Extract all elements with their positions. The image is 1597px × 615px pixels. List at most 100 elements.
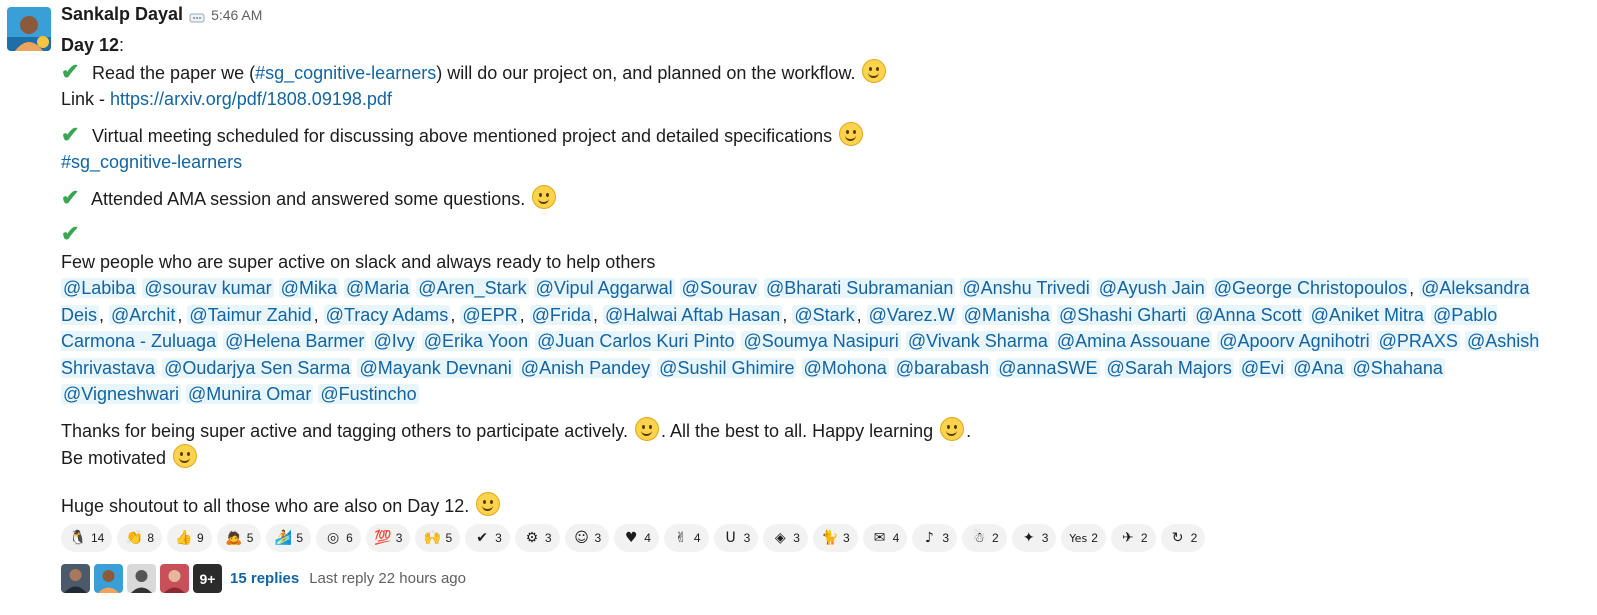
reaction-pill[interactable]: ✔ 3 [465,524,510,552]
user-mention[interactable]: @Anna Scott [1193,304,1304,325]
user-mention[interactable]: @Evi [1238,357,1287,378]
user-mention[interactable]: @Mohona [801,357,889,378]
user-mention[interactable]: @Apoorv Agnihotri [1217,331,1372,351]
user-mention[interactable]: @EPR [460,304,520,325]
user-mention[interactable]: @Frida [529,304,593,325]
reply-avatar[interactable] [160,564,189,593]
user-mention[interactable]: @Aren_Stark [416,278,529,298]
user-mention[interactable]: @Archit [109,304,178,325]
timestamp[interactable]: 5:46 AM [211,7,262,23]
user-mention[interactable]: @Munira Omar [186,384,314,404]
author-avatar[interactable] [7,7,51,51]
reaction-pill[interactable]: ♥ 4 [614,524,659,552]
user-mention[interactable]: @Ayush Jain [1096,278,1207,298]
reaction-pill[interactable]: 🐈 3 [812,524,858,552]
reaction-pill[interactable]: ✉ 4 [862,524,908,552]
user-mention[interactable]: @barabash [893,357,992,378]
thanks-text-a: Thanks for being super active and taggin… [61,420,633,441]
user-mention[interactable]: @Maria [343,278,412,298]
reaction-pill[interactable]: 🏄 5 [266,524,312,552]
user-mention[interactable]: @Anish Pandey [518,357,653,378]
user-mention[interactable]: @Juan Carlos Kuri Pinto [535,331,737,351]
user-mention[interactable]: @Sushil Ghimire [657,357,797,378]
user-mention[interactable]: @Tracy Adams [323,304,451,325]
user-mention[interactable]: @Shahana [1350,357,1445,378]
user-mention[interactable]: @Varez.W [866,304,957,325]
user-mention[interactable]: @Ana [1291,357,1346,378]
reaction-pill[interactable]: ◎ 6 [316,524,361,552]
reaction-pill[interactable]: ♪ 3 [912,524,958,552]
user-mention[interactable]: @Anshu Trivedi [960,278,1092,298]
user-mention[interactable]: @sourav kumar [142,278,274,298]
paper-link[interactable]: https://arxiv.org/pdf/1808.09198.pdf [110,89,392,109]
item-1: ✔ Read the paper we (#sg_cognitive-learn… [61,58,1561,87]
reaction-count: 2 [1140,531,1148,545]
cat-icon: 🐈 [821,530,839,546]
user-mention[interactable]: @Sourav [679,278,759,298]
penguin-icon: 🐧 [69,530,87,546]
reaction-pill[interactable]: ◈ 3 [763,524,808,552]
reply-avatar[interactable] [61,564,90,593]
last-reply-time: Last reply 22 hours ago [309,570,466,587]
thread-summary[interactable]: 9+ 15 replies Last reply 22 hours ago [61,564,466,593]
reaction-count: 3 [942,531,950,545]
channel-link[interactable]: #sg_cognitive-learners [61,152,242,172]
user-mention[interactable]: @Erika Yoon [421,331,531,351]
user-mention[interactable]: @George Christopoulos [1211,278,1410,298]
user-mention[interactable]: @Oudarjya Sen Sarma [162,357,353,378]
user-mention[interactable]: @Taimur Zahid [187,304,314,325]
user-mention[interactable]: @Stark [792,304,857,325]
reaction-pill[interactable]: ↻ 2 [1160,524,1206,552]
reaction-pill[interactable]: Yes 2 [1061,524,1106,552]
reaction-pill[interactable]: ☃ 2 [962,524,1007,552]
reaction-pill[interactable]: ✦ 3 [1011,524,1057,552]
reaction-count: 9 [197,531,204,545]
user-mention[interactable]: @PRAXS [1376,331,1460,351]
user-mention[interactable]: @Manisha [961,304,1052,325]
reaction-pill[interactable]: ⚙ 3 [514,524,560,552]
thanks-text-c: . [966,420,972,441]
item-1-text-a: Read the paper we ( [87,62,256,83]
channel-link[interactable]: #sg_cognitive-learners [255,63,436,83]
more-repliers-badge[interactable]: 9+ [193,564,222,593]
reaction-pill[interactable]: 💯 3 [365,524,411,552]
parrot-icon: ✦ [1022,530,1035,546]
user-mention[interactable]: @Amina Assouane [1054,331,1213,351]
user-mention[interactable]: @Helena Barmer [223,331,367,351]
user-mention[interactable]: @Vivank Sharma [905,331,1050,351]
superhero-icon: ✈ [1122,530,1134,546]
smile-emoji-icon [532,184,557,209]
reaction-pill[interactable]: ☺ 3 [564,524,610,552]
reaction-pill[interactable]: 👍 9 [167,524,212,552]
reaction-count: 3 [793,531,800,545]
user-mention[interactable]: @Shashi Gharti [1056,304,1189,325]
smile-emoji-icon [635,416,659,441]
author-name[interactable]: Sankalp Dayal [61,4,183,25]
reply-avatar[interactable] [127,564,156,593]
user-mention[interactable]: @Halwai Aftab Hasan [602,304,783,325]
reaction-pill[interactable]: U3 [713,524,759,552]
user-mention[interactable]: @Mika [278,278,339,298]
reply-count-link[interactable]: 15 replies [230,570,299,587]
user-mention[interactable]: @Soumya Nasipuri [741,331,901,351]
user-mention[interactable]: @Vigneshwari [61,384,181,404]
reaction-pill[interactable]: ✌ 4 [663,524,709,552]
user-mention[interactable]: @Sarah Majors [1104,357,1234,378]
user-mention[interactable]: @annaSWE [996,357,1100,378]
reply-avatar[interactable] [94,564,123,593]
user-mention[interactable]: @Ivy [371,331,417,351]
reaction-pill[interactable]: 👏 8 [117,524,163,552]
reaction-pill[interactable]: ✈ 2 [1110,524,1156,552]
surfer-icon: 🏄 [274,530,293,546]
reaction-pill[interactable]: 🙌 5 [415,524,461,552]
reaction-count: 8 [147,531,155,545]
user-mention[interactable]: @Fustincho [318,384,419,404]
smile-emoji-icon [940,416,965,441]
user-mention[interactable]: @Mayank Devnani [357,357,514,378]
user-mention[interactable]: @Labiba [61,278,138,298]
reaction-pill[interactable]: 🙇 5 [216,524,262,552]
user-mention[interactable]: @Aniket Mitra [1308,304,1426,325]
user-mention[interactable]: @Bharati Subramanian [763,278,956,298]
reaction-pill[interactable]: 🐧 14 [61,524,113,552]
user-mention[interactable]: @Vipul Aggarwal [533,278,675,298]
